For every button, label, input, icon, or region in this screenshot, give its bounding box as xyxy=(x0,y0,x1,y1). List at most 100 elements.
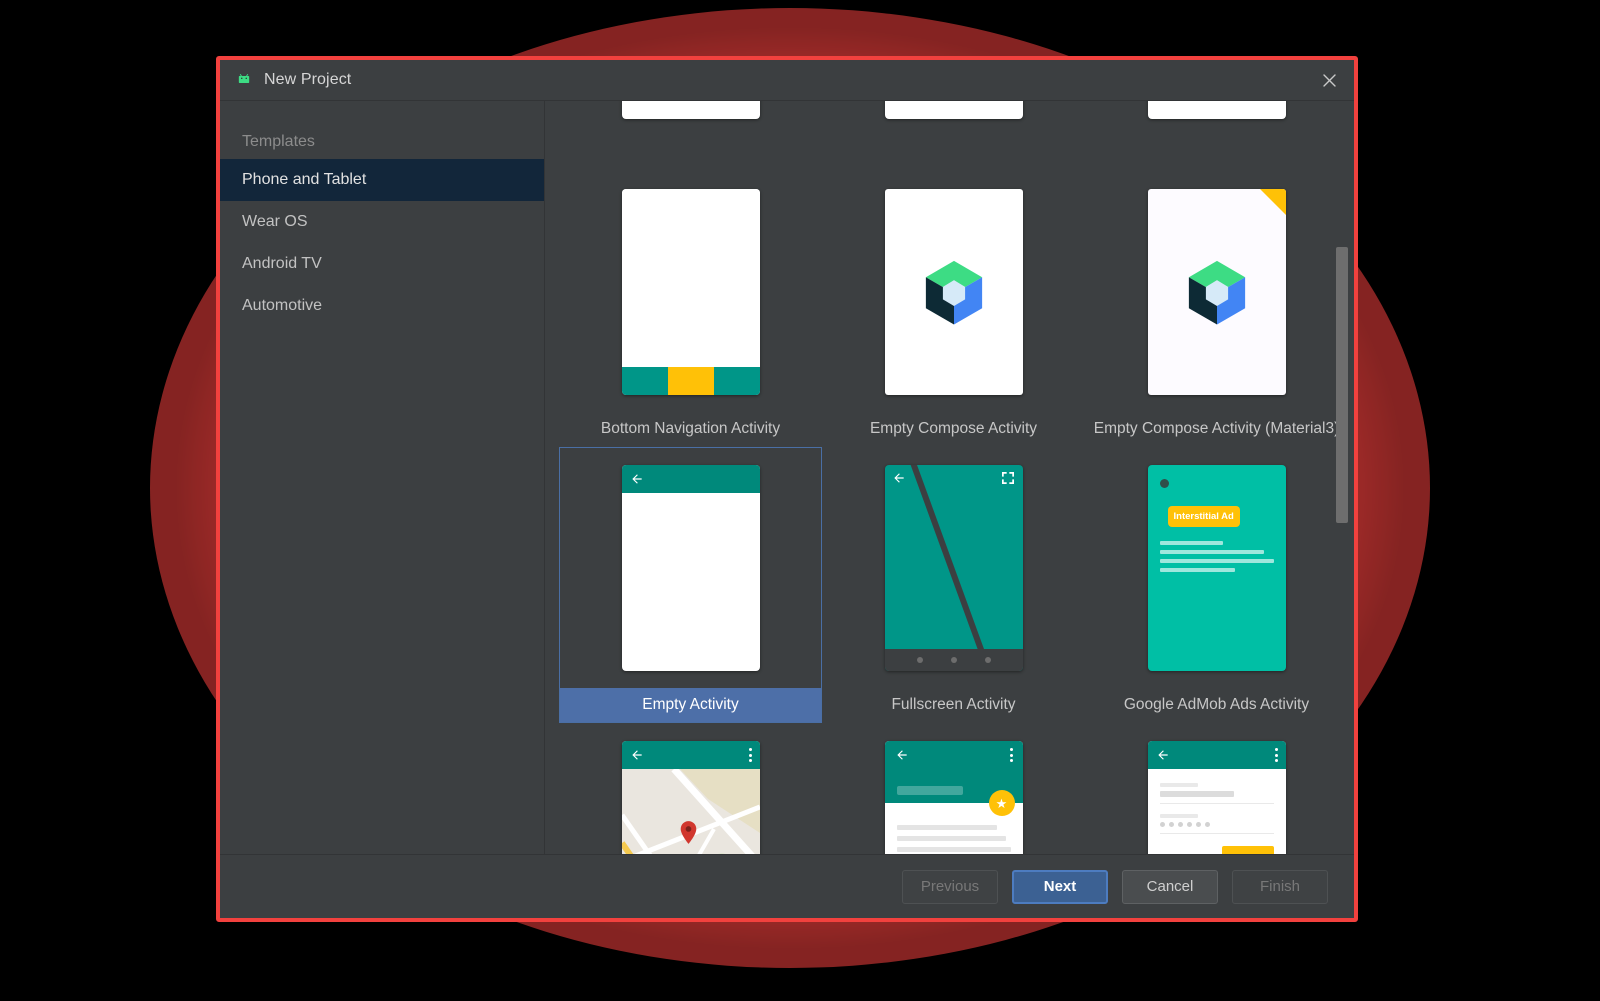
admob-activity-thumbnail: Interstitial Ad xyxy=(1147,465,1286,671)
previous-button[interactable]: Previous xyxy=(902,869,998,904)
username-value-placeholder xyxy=(1159,791,1234,797)
placeholder-line xyxy=(896,847,1011,852)
avatar-dot xyxy=(1159,479,1169,488)
content-area xyxy=(621,189,760,367)
map-canvas xyxy=(621,769,760,854)
template-label: Bottom Navigation Activity xyxy=(600,420,781,437)
template-thumbnail xyxy=(823,101,1084,136)
sidebar-item-automotive[interactable]: Automotive xyxy=(220,285,544,327)
placeholder-line xyxy=(896,825,997,830)
field-underline xyxy=(1159,803,1274,804)
dialog-title: New Project xyxy=(264,71,352,88)
app-bar xyxy=(621,465,760,493)
template-label xyxy=(823,136,1084,170)
star-fab-icon[interactable]: ★ xyxy=(988,790,1015,816)
template-card-google-admob-ads-activity[interactable]: Interstitial Ad Google AdMob Ads Activit… xyxy=(1085,447,1348,723)
placeholder-line xyxy=(1159,541,1224,545)
back-arrow-icon xyxy=(893,473,904,483)
back-arrow-icon xyxy=(631,750,642,760)
nav-item xyxy=(713,367,760,395)
login-submit-button[interactable] xyxy=(1221,846,1274,854)
jetpack-compose-icon xyxy=(925,260,982,325)
sidebar-item-label: Phone and Tablet xyxy=(242,171,367,188)
fullscreen-topbar xyxy=(885,465,1023,491)
sidebar-section-label: Templates xyxy=(242,133,315,150)
back-arrow-icon xyxy=(896,750,907,760)
placeholder-lines xyxy=(1159,541,1274,572)
template-thumbnail: Interstitial Ad xyxy=(1086,448,1347,688)
template-thumbnail xyxy=(560,101,821,136)
template-card[interactable] xyxy=(1085,101,1348,171)
password-label-placeholder xyxy=(1159,814,1198,818)
templates-pane: Bottom Navigation Activity Empty Compose… xyxy=(545,101,1354,854)
back-arrow-icon xyxy=(1157,750,1168,760)
templates-scrollbar[interactable] xyxy=(1336,103,1348,852)
scrollbar-thumb[interactable] xyxy=(1336,247,1348,523)
compose-material3-logo-card xyxy=(1147,189,1286,395)
next-button[interactable]: Next xyxy=(1012,869,1108,904)
password-dots xyxy=(1159,822,1274,827)
app-bar xyxy=(1147,741,1286,769)
dialog-footer: Previous Next Cancel Finish xyxy=(220,854,1354,918)
close-icon[interactable] xyxy=(1310,63,1348,97)
hero-title-placeholder xyxy=(896,786,963,795)
templates-scroll-viewport: Bottom Navigation Activity Empty Compose… xyxy=(545,101,1354,854)
template-card-empty-compose-activity[interactable]: Empty Compose Activity xyxy=(822,171,1085,447)
template-label xyxy=(1086,136,1347,170)
app-bar xyxy=(621,741,760,769)
template-thumbnail xyxy=(1086,101,1347,136)
template-label: Empty Compose Activity xyxy=(869,420,1038,437)
template-thumbnail xyxy=(1086,172,1347,412)
diagonal-accent xyxy=(906,465,998,671)
nav-dot xyxy=(916,657,923,663)
template-label xyxy=(560,136,821,170)
template-thumbnail xyxy=(560,448,821,688)
template-card-fullscreen-activity[interactable]: Fullscreen Activity xyxy=(822,447,1085,723)
nav-item-active xyxy=(667,367,714,395)
phone-mock xyxy=(1147,101,1286,119)
template-thumbnail: ★ xyxy=(823,724,1084,854)
template-card-empty-activity[interactable]: Empty Activity xyxy=(559,447,822,723)
login-activity-thumbnail xyxy=(1147,741,1286,854)
overflow-menu-icon[interactable] xyxy=(1274,748,1278,762)
template-label: Empty Activity xyxy=(560,688,821,722)
hero-header: ★ xyxy=(884,741,1023,816)
template-card-login-activity[interactable]: Login Activity xyxy=(1085,723,1348,854)
new-project-dialog: New Project Templates Phone and Tablet W… xyxy=(216,56,1358,922)
sidebar-item-label: Android TV xyxy=(242,255,322,272)
overflow-menu-icon[interactable] xyxy=(748,748,752,762)
template-card[interactable] xyxy=(822,101,1085,171)
fullscreen-activity-thumbnail xyxy=(884,465,1023,671)
dialog-titlebar: New Project xyxy=(220,60,1354,101)
sidebar-item-label: Wear OS xyxy=(242,213,308,230)
sidebar-item-wear-os[interactable]: Wear OS xyxy=(220,201,544,243)
template-card-bottom-navigation-activity[interactable]: Bottom Navigation Activity xyxy=(559,171,822,447)
fullscreen-expand-icon xyxy=(1001,472,1014,484)
phone-mock xyxy=(621,101,760,119)
username-label-placeholder xyxy=(1159,783,1198,787)
template-card[interactable] xyxy=(559,101,822,171)
placeholder-line xyxy=(1159,550,1265,554)
login-form xyxy=(1147,769,1286,854)
template-card-google-maps-activity[interactable]: Google Maps Activity xyxy=(559,723,822,854)
finish-button[interactable]: Finish xyxy=(1232,869,1328,904)
nav-item xyxy=(621,367,668,395)
dialog-body: Templates Phone and Tablet Wear OS Andro… xyxy=(220,101,1354,854)
bottom-nav-bar xyxy=(621,367,760,395)
compose-logo-card xyxy=(884,189,1023,395)
template-thumbnail xyxy=(560,172,821,412)
cancel-button[interactable]: Cancel xyxy=(1122,869,1218,904)
overflow-menu-icon[interactable] xyxy=(1009,748,1013,762)
sidebar-item-android-tv[interactable]: Android TV xyxy=(220,243,544,285)
template-card-empty-compose-activity-material3[interactable]: Empty Compose Activity (Material3) xyxy=(1085,171,1348,447)
template-thumbnail xyxy=(560,724,821,854)
jetpack-compose-icon xyxy=(1188,260,1245,325)
template-card-google-pay-activity[interactable]: ★ xyxy=(822,723,1085,854)
field-underline xyxy=(1159,833,1274,834)
sidebar-item-label: Automotive xyxy=(242,297,323,314)
sidebar-item-phone-and-tablet[interactable]: Phone and Tablet xyxy=(220,159,544,201)
nav-dot xyxy=(984,657,991,663)
google-pay-activity-thumbnail: ★ xyxy=(884,741,1023,854)
phone-mock xyxy=(884,101,1023,119)
templates-grid: Bottom Navigation Activity Empty Compose… xyxy=(545,101,1354,854)
